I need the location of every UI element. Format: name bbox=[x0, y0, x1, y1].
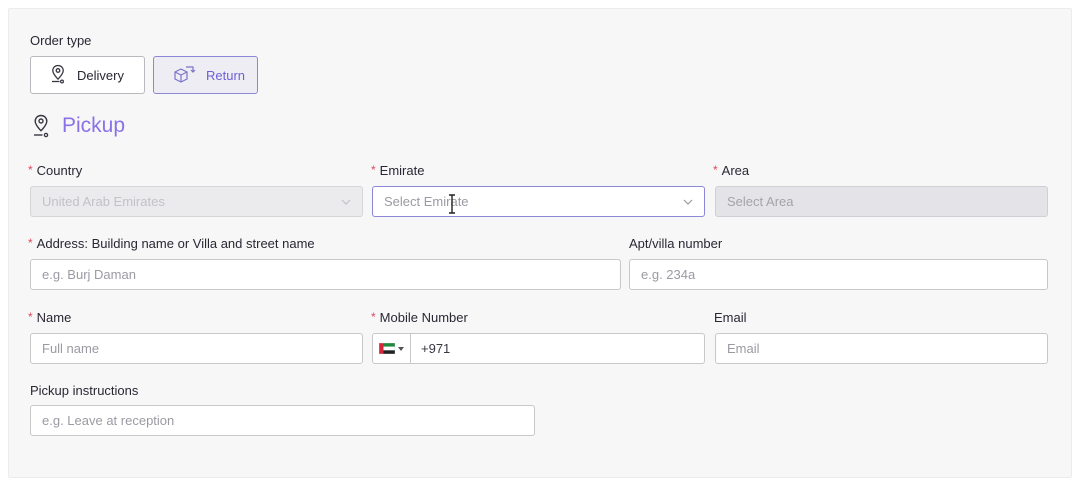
area-label: * Area bbox=[713, 163, 750, 178]
emirate-label: * Emirate bbox=[371, 163, 425, 178]
address-label: * Address: Building name or Villa and str… bbox=[28, 236, 315, 251]
pickup-instructions-label: Pickup instructions bbox=[30, 383, 139, 398]
pickup-instructions-input[interactable]: e.g. Leave at reception bbox=[30, 405, 535, 436]
country-label: * Country bbox=[28, 163, 83, 178]
text-cursor-icon bbox=[448, 194, 456, 219]
email-input[interactable]: Email bbox=[715, 333, 1048, 364]
box-return-icon bbox=[172, 64, 206, 87]
emirate-select[interactable]: Select Emirate bbox=[372, 186, 705, 217]
mobile-number-input[interactable]: +971 bbox=[372, 333, 705, 364]
uae-flag-icon bbox=[379, 343, 395, 354]
delivery-label: Delivery bbox=[77, 67, 124, 83]
mobile-label: * Mobile Number bbox=[371, 310, 468, 325]
caret-down-icon bbox=[398, 346, 404, 351]
apt-number-input[interactable]: e.g. 234a bbox=[629, 259, 1048, 290]
return-toggle-button[interactable]: Return bbox=[153, 56, 258, 94]
return-label: Return bbox=[206, 67, 246, 83]
location-pin-icon bbox=[32, 114, 50, 143]
location-pin-icon bbox=[49, 64, 77, 87]
apt-label: Apt/villa number bbox=[629, 236, 723, 251]
name-input[interactable]: Full name bbox=[30, 333, 363, 364]
chevron-down-icon bbox=[341, 199, 351, 205]
country-code-dropdown[interactable] bbox=[373, 334, 411, 363]
order-type-label: Order type bbox=[30, 33, 92, 48]
section-title: Pickup bbox=[62, 114, 126, 137]
name-label: * Name bbox=[28, 310, 72, 325]
email-label: Email bbox=[714, 310, 747, 325]
delivery-toggle-button[interactable]: Delivery bbox=[30, 56, 145, 94]
country-select[interactable]: United Arab Emirates bbox=[30, 186, 363, 217]
chevron-down-icon bbox=[683, 199, 693, 205]
address-input[interactable]: e.g. Burj Daman bbox=[30, 259, 621, 290]
area-select[interactable]: Select Area bbox=[715, 186, 1048, 217]
